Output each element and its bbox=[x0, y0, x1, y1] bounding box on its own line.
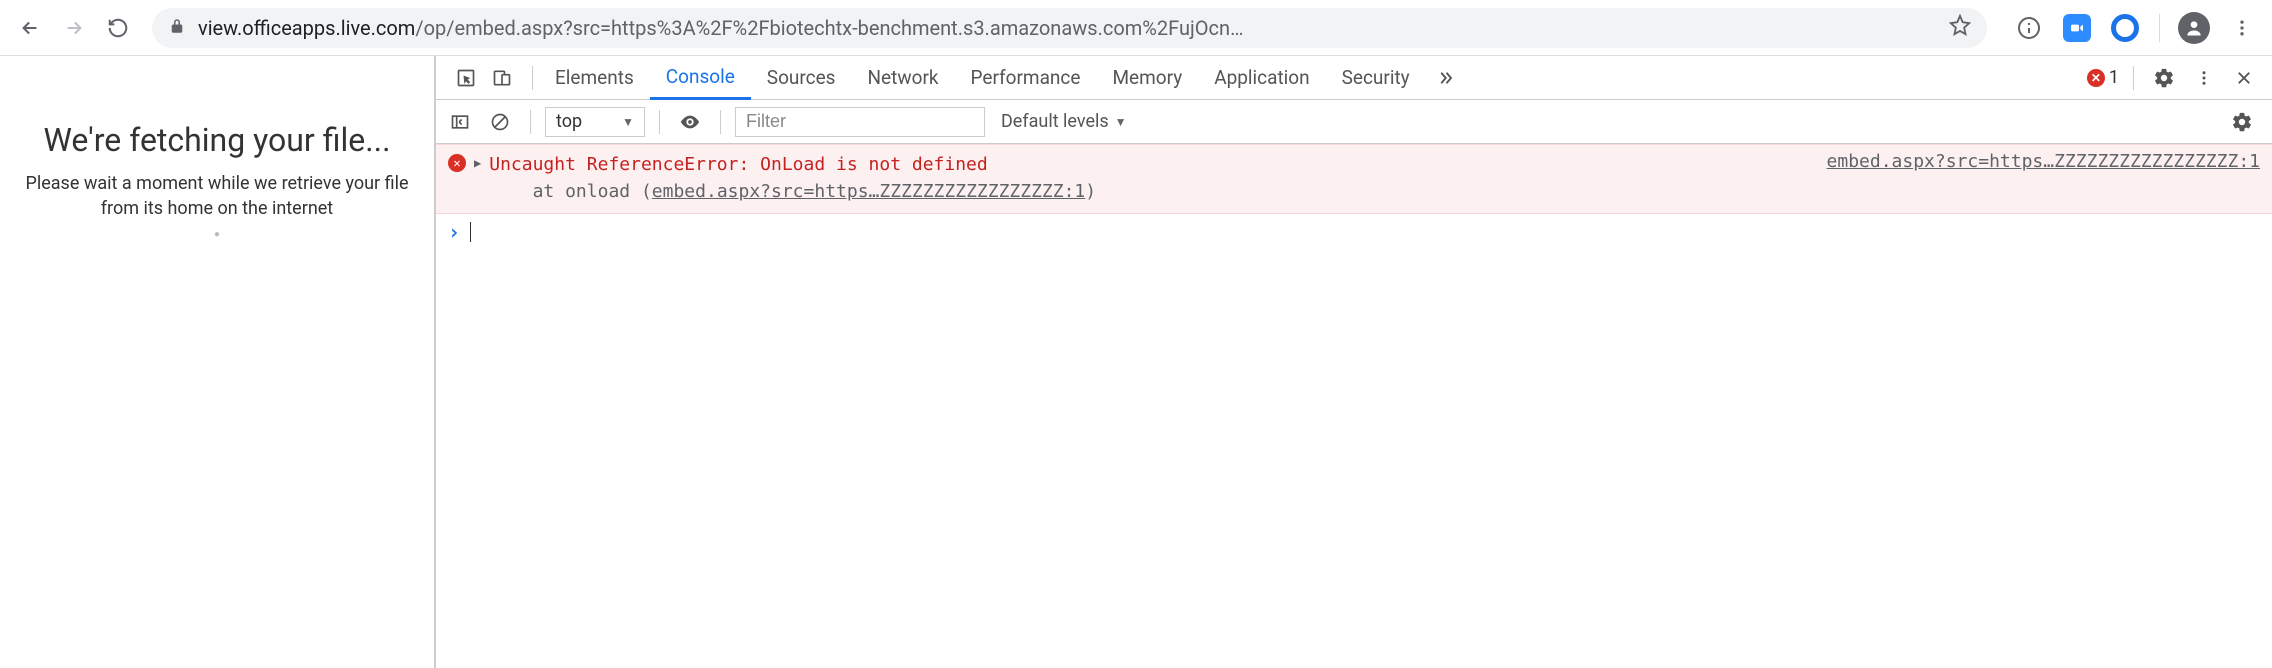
console-prompt[interactable]: › bbox=[436, 214, 2272, 250]
separator bbox=[530, 110, 531, 134]
forward-button[interactable] bbox=[56, 10, 92, 46]
info-icon[interactable] bbox=[2011, 10, 2047, 46]
tab-more[interactable] bbox=[1426, 56, 1464, 99]
expand-triangle-icon[interactable]: ▶ bbox=[474, 156, 481, 170]
levels-label: Default levels bbox=[1001, 111, 1109, 132]
error-source-link[interactable]: embed.aspx?src=https…ZZZZZZZZZZZZZZZZZ:1 bbox=[1787, 151, 2260, 172]
lock-icon bbox=[168, 16, 186, 40]
context-selector[interactable]: top ▼ bbox=[545, 107, 645, 137]
chevron-down-icon: ▼ bbox=[1115, 115, 1127, 129]
device-toolbar-icon[interactable] bbox=[486, 62, 518, 94]
address-bar[interactable]: view.officeapps.live.com/op/embed.aspx?s… bbox=[152, 8, 1987, 48]
devtools-settings-icon[interactable] bbox=[2148, 62, 2180, 94]
context-label: top bbox=[556, 111, 582, 132]
log-levels-selector[interactable]: Default levels ▼ bbox=[993, 111, 1135, 132]
tab-application[interactable]: Application bbox=[1198, 56, 1325, 99]
separator bbox=[532, 66, 533, 90]
error-dot-icon: ✕ bbox=[2087, 69, 2105, 87]
console-settings-icon[interactable] bbox=[2226, 106, 2258, 138]
tab-performance[interactable]: Performance bbox=[955, 56, 1097, 99]
separator bbox=[2133, 66, 2134, 90]
cursor bbox=[470, 222, 471, 242]
extension-circle-icon[interactable] bbox=[2107, 10, 2143, 46]
tab-sources[interactable]: Sources bbox=[751, 56, 852, 99]
chrome-menu-icon[interactable] bbox=[2224, 10, 2260, 46]
error-icon: ✕ bbox=[448, 154, 466, 172]
console-output: ✕ ▶ Uncaught ReferenceError: OnLoad is n… bbox=[436, 144, 2272, 668]
browser-toolbar: view.officeapps.live.com/op/embed.aspx?s… bbox=[0, 0, 2272, 56]
loading-spinner: ● bbox=[214, 229, 220, 240]
extension-icons bbox=[2003, 10, 2260, 46]
filter-input[interactable] bbox=[735, 107, 985, 137]
profile-avatar[interactable] bbox=[2176, 10, 2212, 46]
back-button[interactable] bbox=[12, 10, 48, 46]
tab-network[interactable]: Network bbox=[851, 56, 954, 99]
console-toolbar: top ▼ Default levels ▼ bbox=[436, 100, 2272, 144]
console-sidebar-toggle-icon[interactable] bbox=[444, 106, 476, 138]
clear-console-icon[interactable] bbox=[484, 106, 516, 138]
error-message: Uncaught ReferenceError: OnLoad is not d… bbox=[489, 151, 1778, 205]
page-subtitle: Please wait a moment while we retrieve y… bbox=[17, 171, 417, 221]
tab-console[interactable]: Console bbox=[650, 57, 751, 100]
separator bbox=[659, 110, 660, 134]
inspect-element-icon[interactable] bbox=[450, 62, 482, 94]
page-content: We're fetching your file... Please wait … bbox=[0, 56, 434, 668]
devtools-panel: Elements Console Sources Network Perform… bbox=[434, 56, 2272, 668]
separator bbox=[2159, 14, 2160, 42]
tab-memory[interactable]: Memory bbox=[1096, 56, 1198, 99]
error-count-badge[interactable]: ✕ 1 bbox=[2087, 67, 2119, 88]
chevron-down-icon: ▼ bbox=[622, 115, 634, 129]
separator bbox=[720, 110, 721, 134]
prompt-chevron-icon: › bbox=[448, 220, 460, 244]
devtools-menu-icon[interactable] bbox=[2188, 62, 2220, 94]
zoom-extension-icon[interactable] bbox=[2059, 10, 2095, 46]
tab-elements[interactable]: Elements bbox=[539, 56, 650, 99]
reload-button[interactable] bbox=[100, 10, 136, 46]
url-text: view.officeapps.live.com/op/embed.aspx?s… bbox=[198, 16, 1937, 40]
console-error-row[interactable]: ✕ ▶ Uncaught ReferenceError: OnLoad is n… bbox=[436, 144, 2272, 214]
star-icon[interactable] bbox=[1949, 14, 1971, 41]
devtools-close-icon[interactable] bbox=[2228, 62, 2260, 94]
tab-security[interactable]: Security bbox=[1326, 56, 1426, 99]
stack-link[interactable]: embed.aspx?src=https…ZZZZZZZZZZZZZZZZZ:1 bbox=[652, 181, 1085, 202]
page-title: We're fetching your file... bbox=[44, 121, 391, 159]
error-count: 1 bbox=[2109, 67, 2119, 88]
devtools-tabs: Elements Console Sources Network Perform… bbox=[436, 56, 2272, 100]
live-expression-icon[interactable] bbox=[674, 106, 706, 138]
